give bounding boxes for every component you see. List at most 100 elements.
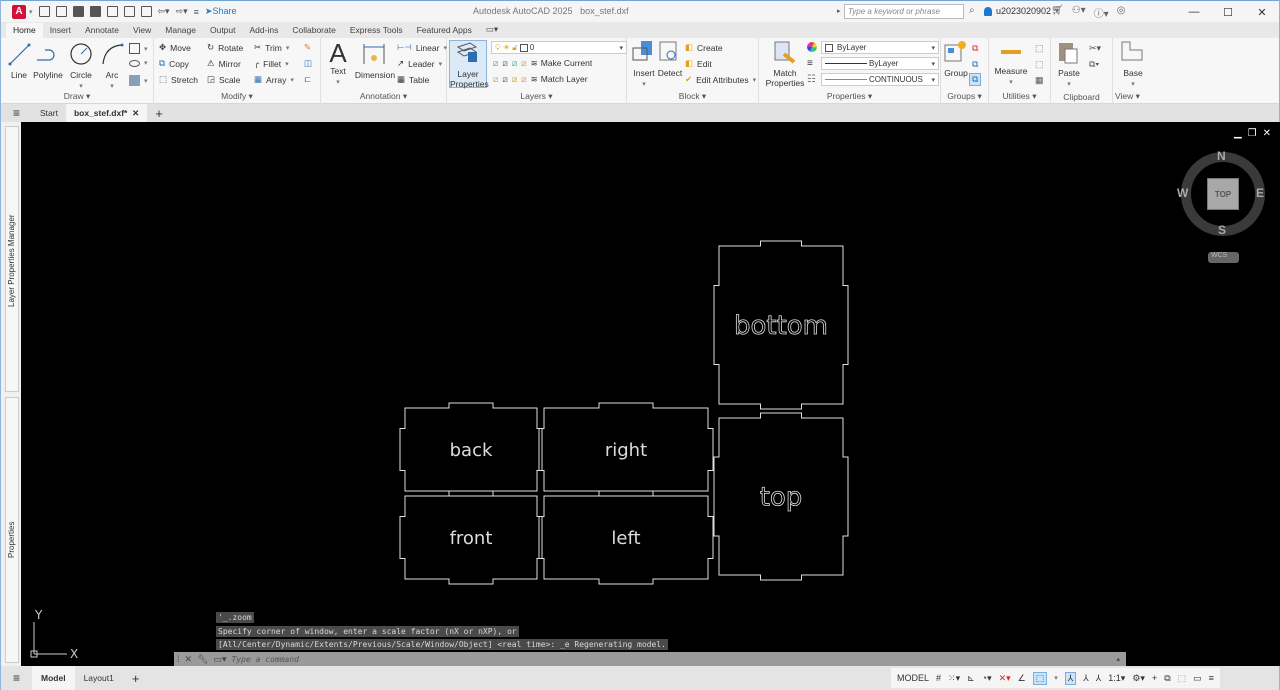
dimension-button[interactable]: Dimension bbox=[353, 42, 397, 80]
annotation-panel-label[interactable]: Annotation ▾ bbox=[321, 91, 446, 102]
color-dropdown[interactable]: ByLayer ▾ bbox=[821, 41, 939, 54]
save-as-icon[interactable] bbox=[89, 6, 101, 17]
make-current-button[interactable]: ≋ Make Current bbox=[531, 58, 593, 69]
layer-properties-manager-palette[interactable]: Layer Properties Manager bbox=[5, 126, 19, 392]
trim-button[interactable]: ✂ Trim ▾ bbox=[254, 42, 289, 53]
command-input[interactable]: Type a command bbox=[232, 655, 299, 664]
clipboard-panel-label[interactable]: Clipboard bbox=[1051, 92, 1112, 102]
layer-off-icon[interactable]: ⧄ bbox=[493, 58, 498, 69]
match-layer-button[interactable]: ≋ Match Layer bbox=[531, 74, 588, 85]
line-button[interactable]: Line bbox=[7, 42, 31, 80]
tab-start[interactable]: Start bbox=[32, 104, 66, 122]
import-icon[interactable] bbox=[123, 6, 135, 17]
workspace-gear-icon[interactable]: ⚙▾ bbox=[1132, 673, 1145, 684]
search-input[interactable]: Type a keyword or phrase bbox=[844, 4, 964, 19]
text-button[interactable]: A Text ▾ bbox=[325, 40, 351, 88]
edit-block-button[interactable]: ◧ Edit bbox=[685, 58, 712, 69]
modify-panel-label[interactable]: Modify ▾ bbox=[154, 91, 320, 102]
layer-isolate-icon[interactable]: ⧄ bbox=[502, 58, 507, 69]
create-block-button[interactable]: ◧ Create bbox=[685, 42, 723, 53]
part-label-left[interactable]: left bbox=[611, 528, 640, 549]
user-menu[interactable]: u2023020902 ▾ bbox=[984, 6, 1059, 16]
lineweight-dropdown[interactable]: ByLayer ▾ bbox=[821, 57, 939, 70]
app-menu-dropdown-icon[interactable]: ▾ bbox=[29, 8, 33, 16]
minimize-button[interactable]: — bbox=[1177, 1, 1211, 23]
ungroup-icon[interactable]: ⧉ bbox=[972, 43, 978, 54]
viewcube-west[interactable]: W bbox=[1177, 186, 1188, 200]
part-label-bottom[interactable]: bottom bbox=[734, 311, 829, 342]
snap-icon[interactable]: ⁙▾ bbox=[948, 673, 960, 684]
viewcube-top-face[interactable]: TOP bbox=[1207, 178, 1239, 210]
layer-dropdown[interactable]: 💡︎ ☀ 🔓︎ 0 ▾ bbox=[491, 41, 627, 54]
ucs-menu-button[interactable]: WCS bbox=[1208, 252, 1239, 263]
tab-express-tools[interactable]: Express Tools bbox=[343, 23, 410, 38]
share-button[interactable]: ➤Share bbox=[205, 6, 237, 17]
viewport-minimize-icon[interactable]: ▁ bbox=[1234, 128, 1242, 139]
customize-status-icon[interactable]: ≡ bbox=[1209, 673, 1214, 683]
close-button[interactable]: ✕ bbox=[1245, 1, 1279, 23]
viewport-restore-icon[interactable]: ❐ bbox=[1248, 128, 1257, 139]
part-label-back[interactable]: back bbox=[450, 440, 493, 461]
model-space-button[interactable]: MODEL bbox=[897, 673, 929, 683]
polar-icon[interactable]: ◔▾ bbox=[982, 673, 992, 684]
cart-icon[interactable]: 🛒︎ bbox=[1051, 5, 1064, 20]
customize-icon[interactable]: ≡ bbox=[194, 7, 199, 17]
utilities-panel-label[interactable]: Utilities ▾ bbox=[989, 91, 1050, 102]
part-label-top[interactable]: top bbox=[759, 482, 803, 513]
command-history-toggle-icon[interactable]: ▴ bbox=[1116, 655, 1120, 663]
polyline-button[interactable]: Polyline bbox=[33, 42, 63, 80]
properties-palette[interactable]: Properties bbox=[5, 397, 19, 663]
measure-button[interactable]: Measure ▾ bbox=[991, 40, 1031, 88]
object-snap-icon[interactable]: ⬚ bbox=[1032, 671, 1048, 685]
tab-insert[interactable]: Insert bbox=[43, 23, 78, 38]
viewcube-south[interactable]: S bbox=[1218, 223, 1226, 237]
explode-button[interactable]: ◫ bbox=[304, 58, 312, 69]
draw-panel-label[interactable]: Draw ▾ bbox=[1, 91, 153, 102]
isodraft-icon[interactable]: ∠ bbox=[1018, 673, 1026, 684]
erase-button[interactable]: ✎ bbox=[304, 42, 311, 53]
grid-icon[interactable]: # bbox=[936, 673, 941, 683]
auto-scale-icon[interactable]: ⅄ bbox=[1083, 673, 1089, 684]
new-layout-button[interactable]: + bbox=[123, 666, 149, 690]
group-edit-icon[interactable]: ⧉ bbox=[972, 59, 978, 70]
new-tab-button[interactable]: + bbox=[147, 104, 171, 122]
quick-select-icon[interactable]: ⬚ bbox=[1035, 43, 1044, 54]
annotation-scale-icon[interactable]: ⅄ bbox=[1096, 673, 1102, 684]
layers-panel-label[interactable]: Layers ▾ bbox=[447, 91, 626, 102]
new-icon[interactable] bbox=[38, 6, 50, 17]
part-label-front[interactable]: front bbox=[450, 528, 493, 549]
tab-collaborate[interactable]: Collaborate bbox=[285, 23, 342, 38]
layer-unisolate-icon[interactable]: ⧄ bbox=[502, 74, 507, 85]
layer-on-all-icon[interactable]: ⧄ bbox=[493, 74, 498, 85]
part-label-right[interactable]: right bbox=[605, 440, 647, 461]
properties-panel-label[interactable]: Properties ▾ bbox=[759, 91, 940, 102]
rotate-button[interactable]: ↻ Rotate bbox=[207, 42, 243, 53]
copy-button[interactable]: ⧉ Copy bbox=[159, 58, 189, 69]
object-snap-tracking-icon[interactable]: ✕▾ bbox=[999, 673, 1011, 684]
annotation-visibility-icon[interactable]: ⅄ bbox=[1064, 671, 1077, 685]
edit-attributes-button[interactable]: ✔ Edit Attributes ▾ bbox=[685, 74, 756, 85]
leader-button[interactable]: ↗ Leader ▾ bbox=[397, 58, 442, 69]
view-panel-label[interactable]: View ▾ bbox=[1113, 91, 1163, 102]
group-button[interactable]: Group bbox=[943, 40, 969, 78]
plot-icon[interactable] bbox=[140, 6, 152, 17]
tab-home[interactable]: Home bbox=[6, 23, 43, 38]
linear-button[interactable]: ⊢⊣ Linear ▾ bbox=[397, 42, 447, 53]
linetype-dropdown[interactable]: CONTINUOUS ▾ bbox=[821, 73, 939, 86]
block-panel-label[interactable]: Block ▾ bbox=[627, 91, 758, 102]
hatch-button[interactable]: ▾ bbox=[129, 75, 148, 86]
tab-manage[interactable]: Manage bbox=[158, 23, 203, 38]
base-view-button[interactable]: Base ▾ bbox=[1119, 40, 1147, 90]
layer-thaw-all-icon[interactable]: ⧄ bbox=[512, 74, 517, 85]
file-tabs-menu-icon[interactable]: ≡ bbox=[1, 104, 32, 122]
detect-button[interactable]: Detect bbox=[657, 40, 683, 78]
help-icon[interactable]: ⓘ▾ bbox=[1094, 5, 1109, 20]
tab-box-stef[interactable]: box_stef.dxf* ✕ bbox=[65, 104, 148, 122]
units-icon[interactable]: ⧉ bbox=[1164, 673, 1170, 684]
layer-lock-icon[interactable]: ⧄ bbox=[521, 58, 526, 69]
tab-annotate[interactable]: Annotate bbox=[78, 23, 126, 38]
rectangle-button[interactable]: ▾ bbox=[129, 43, 148, 54]
annotation-scale-dropdown[interactable]: 1:1▾ bbox=[1108, 673, 1125, 684]
maximize-button[interactable]: ☐ bbox=[1211, 1, 1245, 23]
command-close-icon[interactable]: ✕ bbox=[185, 654, 193, 665]
